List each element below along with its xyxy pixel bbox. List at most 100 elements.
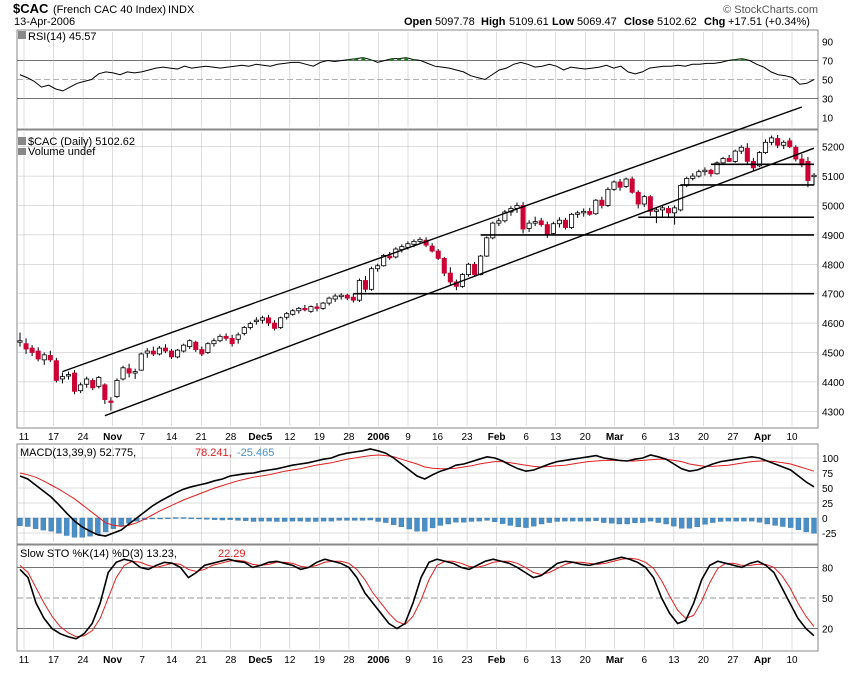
x-axis-label: 16 [432,655,444,666]
macd-histogram-bar [422,517,428,532]
candle-body [193,341,199,350]
macd-histogram-bar [811,517,817,534]
candle-body [308,306,314,312]
x-axis-label: 7 [139,655,145,666]
candle-body [666,208,672,214]
macd-histogram-bar [492,517,498,522]
macd-histogram-bar [204,517,210,520]
price-tick-label: 4800 [822,260,845,271]
macd-histogram-bar [453,517,459,523]
candle-body [187,340,193,348]
candle-body [181,344,187,352]
candle-body [29,347,35,353]
macd-histogram-bar [375,517,381,522]
macd-tick-label: 50 [822,484,834,495]
macd-histogram-bar [406,517,412,530]
x-axis-label: 19 [314,432,326,443]
macd-histogram-bar [671,517,677,527]
candle-body [575,212,581,215]
macd-histogram-bar [352,517,358,521]
close-value: 5102.62 [657,16,697,28]
macd-histogram-bar [297,517,303,522]
chg-label: Chg [704,16,725,28]
macd-histogram-bar [336,517,342,521]
candle-body [211,340,217,345]
macd-histogram-bar [149,517,155,520]
rsi-overbought-fill [733,59,738,61]
x-axis-label: 20 [580,655,592,666]
macd-histogram-bar [398,517,405,528]
x-axis-label: 27 [727,432,739,443]
macd-histogram-bar [741,517,747,522]
rsi-overbought-fill [404,57,409,61]
chart-date: 13-Apr-2006 [14,16,75,28]
candle-body [338,294,344,298]
x-axis-label: 11 [19,655,30,666]
macd-histogram-bar [367,517,373,521]
rsi-panel-icon [18,31,26,39]
candle-body [175,349,181,358]
candle-body [526,222,532,229]
macd-tick-label: 0 [822,514,828,525]
x-axis-label: 6 [642,432,648,443]
macd-histogram-bar [507,517,514,526]
stock-chart: $CAC (French CAC 40 Index) INDX 13-Apr-2… [0,0,850,668]
macd-histogram-bar [266,517,272,522]
macd-histogram-bar [196,517,202,520]
macd-histogram-bar [655,517,661,523]
x-axis-label: Apr [754,432,771,443]
macd-histogram-bar [274,517,280,522]
macd-histogram-bar [87,517,93,537]
price-tick-label: 4900 [822,231,845,242]
x-axis-label: 17 [48,655,60,666]
candle-body [696,171,702,177]
candle-body [465,263,472,275]
candle-body [605,188,611,206]
macd-histogram-bar [679,517,685,529]
macd-histogram-bar [305,517,311,522]
macd-histogram-bar [102,517,109,533]
macd-histogram-bar [647,517,654,522]
candle-body [59,376,65,380]
price-tick-label: 4300 [822,407,845,418]
macd-histogram-bar [585,517,591,522]
candle-body [78,384,84,392]
candle-body [690,175,696,179]
macd-histogram-bar [772,517,778,526]
candle-body [593,199,599,215]
x-axis-label: 11 [19,432,30,443]
candle-body [247,323,253,328]
macd-histogram-bar [686,517,693,529]
candle-body [126,368,132,374]
macd-histogram-bar [461,517,467,523]
candle-body [162,347,168,352]
macd-histogram-bar [282,517,288,522]
macd-histogram-bar [787,517,794,528]
rsi-overbought-fill [389,58,394,61]
macd-histogram-bar [694,517,700,528]
macd-histogram-bar [25,517,31,527]
candle-body [623,178,629,187]
x-axis-label: 28 [343,432,355,443]
open-label: Open [404,16,432,28]
candle-body [484,237,490,257]
candle-body [587,210,593,215]
candle-body [769,137,775,143]
macd-histogram-bar [445,517,451,525]
candle-body [520,205,526,230]
candle-body [332,295,338,300]
candle-body [635,191,641,205]
candle-body [544,224,550,235]
macd-histogram-bar [624,517,630,525]
x-axis-label: 20 [580,432,592,443]
macd-tick-label: 75 [822,469,834,480]
x-axis-label: Dec5 [248,655,272,666]
candle-body [72,372,78,392]
exchange-label: INDX [168,4,195,16]
macd-histogram-label: -25.465 [237,447,274,459]
candle-body [726,158,732,162]
candle-body [629,178,635,193]
candle-body [411,240,417,245]
candle-body [350,296,356,301]
x-axis-label: 7 [139,432,145,443]
